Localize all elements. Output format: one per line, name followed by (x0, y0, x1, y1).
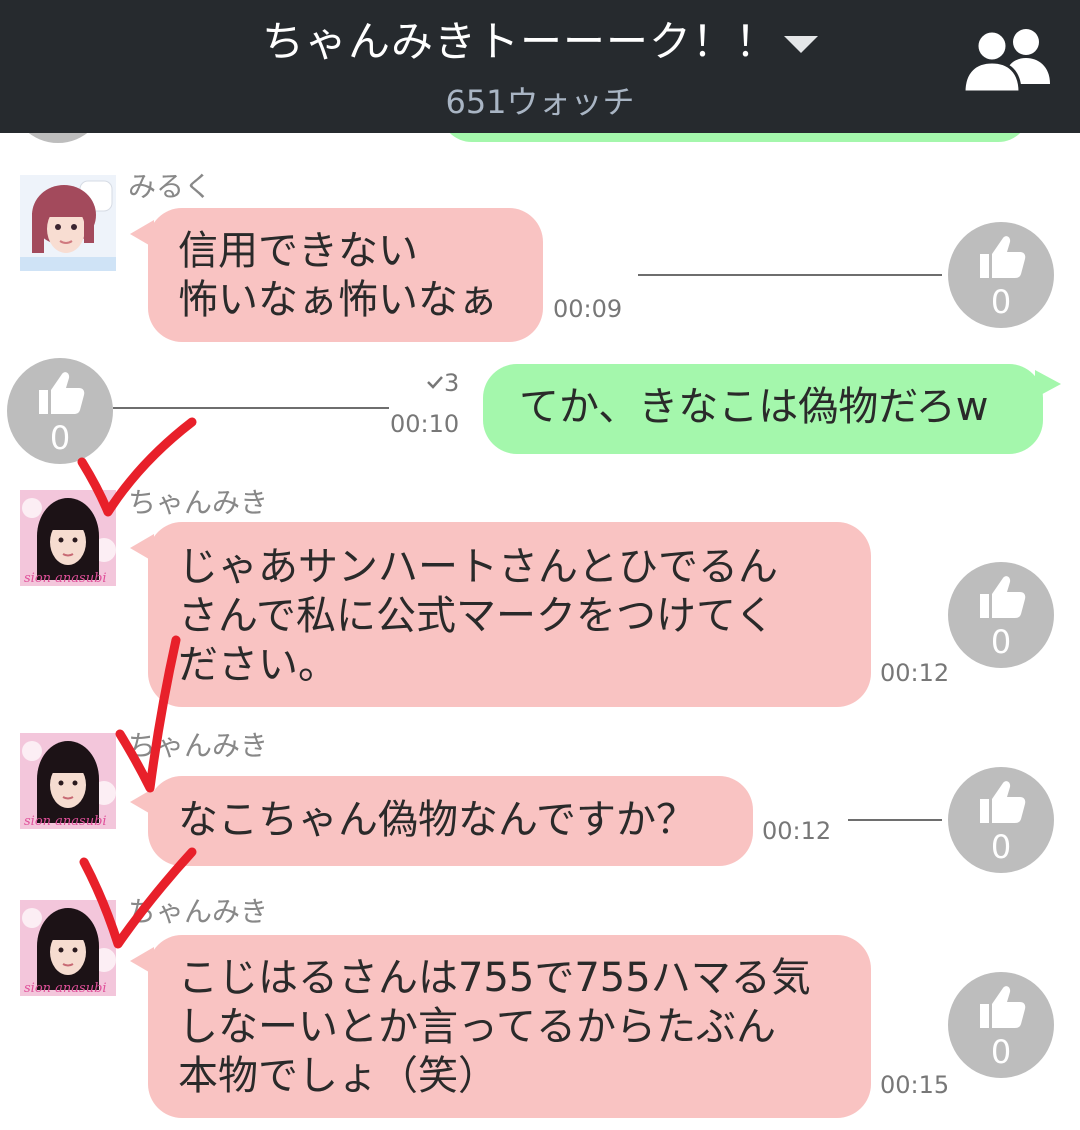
like-button[interactable]: 0 (948, 972, 1054, 1078)
like-button[interactable]: 0 (948, 562, 1054, 668)
chat-header: ちゃんみきトーーーク！！ 651ウォッチ (0, 0, 1080, 133)
message-text-line: 怖いなぁ怖いなぁ (178, 277, 498, 323)
members-icon[interactable] (960, 26, 1056, 94)
message-bubble[interactable]: じゃあサンハートさんとひでるん さんで私に公式マークをつけてく ださい。 (130, 522, 871, 707)
like-count: 0 (990, 623, 1012, 661)
checkmark-icon (427, 376, 443, 389)
sender-name: ちゃんみき (128, 486, 269, 519)
message-text-line: さんで私に公式マークをつけてく (178, 593, 775, 639)
avatar[interactable] (20, 175, 116, 271)
watch-count: 651ウォッチ (445, 83, 635, 121)
sender-name: ちゃんみき (128, 729, 269, 762)
message-time: 00:12 (762, 817, 832, 845)
message-bubble[interactable]: なこちゃん偽物なんですか？ (130, 776, 753, 866)
chat-title-row[interactable]: ちゃんみきトーーーク！！ (0, 14, 1080, 70)
avatar[interactable]: sion anasubi (20, 900, 116, 996)
avatar[interactable]: sion anasubi (20, 733, 116, 829)
sender-name: ちゃんみき (128, 895, 269, 928)
message-time: 00:12 (880, 659, 950, 687)
like-connector (848, 819, 942, 821)
message-text-line: 信用できない (178, 228, 418, 274)
like-count: 0 (49, 419, 71, 457)
like-count: 0 (990, 1033, 1012, 1071)
thumbs-up-icon (980, 576, 1026, 618)
like-button[interactable]: 0 (948, 222, 1054, 328)
read-receipt: 3 (426, 369, 459, 397)
message-text-line: しなーいとか言ってるからたぶん (178, 1004, 776, 1050)
avatar[interactable]: sion anasubi (20, 490, 116, 586)
message-text-line: なこちゃん偽物なんですか？ (178, 797, 696, 843)
message-time: 00:10 (390, 410, 460, 438)
thumbs-up-icon (980, 986, 1026, 1028)
svg-text:sion anasubi: sion anasubi (24, 571, 107, 586)
thumbs-up-icon (39, 372, 85, 414)
like-connector (113, 407, 389, 409)
message-text-line: こじはるさんは755で755ハマる気 (178, 955, 811, 1001)
like-button[interactable]: 0 (948, 767, 1054, 873)
svg-text:sion anasubi: sion anasubi (24, 814, 107, 829)
chat-title[interactable]: ちゃんみきトーーーク！！ (262, 17, 778, 66)
message-text-line: 本物でしょ（笑） (178, 1053, 498, 1099)
message-text-line: ださい。 (178, 642, 338, 688)
read-count: 3 (444, 369, 460, 397)
message-time: 00:15 (880, 1071, 950, 1099)
thumbs-up-icon (980, 236, 1026, 278)
chevron-down-icon[interactable] (784, 36, 818, 53)
like-count: 0 (990, 828, 1012, 866)
sender-name: みるく (128, 170, 213, 203)
like-connector (638, 274, 942, 276)
message-text-line: てか、きなこは偽物だろw (519, 384, 989, 430)
like-button[interactable]: 0 (7, 358, 113, 464)
message-bubble[interactable]: こじはるさんは755で755ハマる気 しなーいとか言ってるからたぶん 本物でしょ… (130, 935, 871, 1118)
like-count: 0 (990, 283, 1012, 321)
message-text-line: じゃあサンハートさんとひでるん (178, 544, 778, 590)
thumbs-up-icon (980, 781, 1026, 823)
message-bubble[interactable]: 信用できない 怖いなぁ怖いなぁ (130, 208, 543, 342)
message-bubble[interactable]: てか、きなこは偽物だろw (483, 364, 1061, 454)
svg-text:sion anasubi: sion anasubi (24, 981, 107, 996)
message-time: 00:09 (553, 295, 623, 323)
